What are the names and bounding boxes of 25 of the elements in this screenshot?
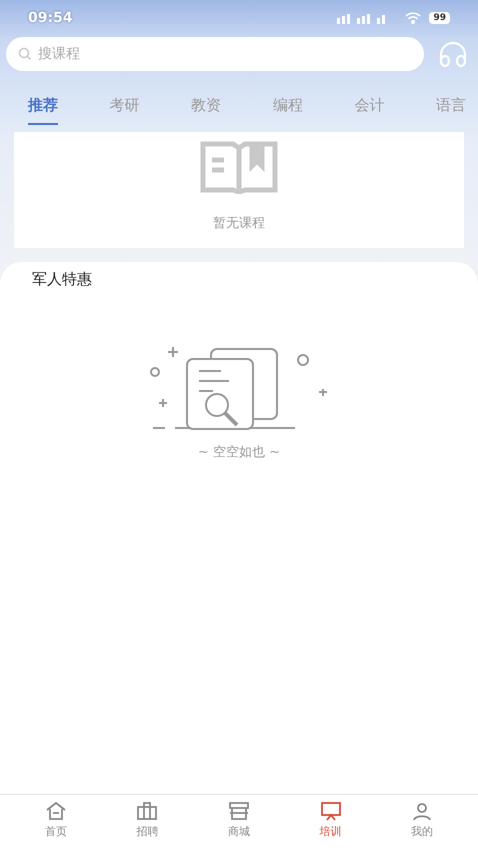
- battery-level: 99: [429, 12, 450, 24]
- empty-message: 暂无课程: [213, 215, 265, 232]
- search-field[interactable]: 搜课程: [6, 37, 424, 71]
- briefcase-icon: [135, 800, 160, 822]
- category-tab[interactable]: 会计: [354, 92, 384, 125]
- nav-tab[interactable]: 招聘: [117, 799, 178, 850]
- search-icon: [18, 47, 32, 61]
- store-icon: [226, 800, 251, 822]
- status-time: 09:54: [28, 10, 73, 26]
- headphones-icon[interactable]: [438, 41, 468, 67]
- home-icon: [44, 800, 68, 822]
- nav-tab[interactable]: 我的: [392, 799, 452, 850]
- section-title: 军人特惠: [31, 269, 93, 289]
- wifi-icon: [405, 12, 422, 24]
- nav-tab[interactable]: 首页: [26, 799, 86, 850]
- board-icon: [318, 800, 343, 822]
- nav-tab[interactable]: 商城: [208, 799, 269, 850]
- category-tab[interactable]: 推荐: [28, 92, 58, 125]
- category-tab[interactable]: 考研: [110, 92, 140, 125]
- empty-message: ~ 空空如也 ~: [198, 444, 280, 461]
- category-tab[interactable]: 语言: [436, 92, 466, 125]
- book-icon: [200, 140, 278, 194]
- category-tab[interactable]: 编程: [272, 92, 303, 125]
- nav-tab[interactable]: 培训: [300, 799, 361, 850]
- category-tab[interactable]: 教资: [191, 92, 222, 125]
